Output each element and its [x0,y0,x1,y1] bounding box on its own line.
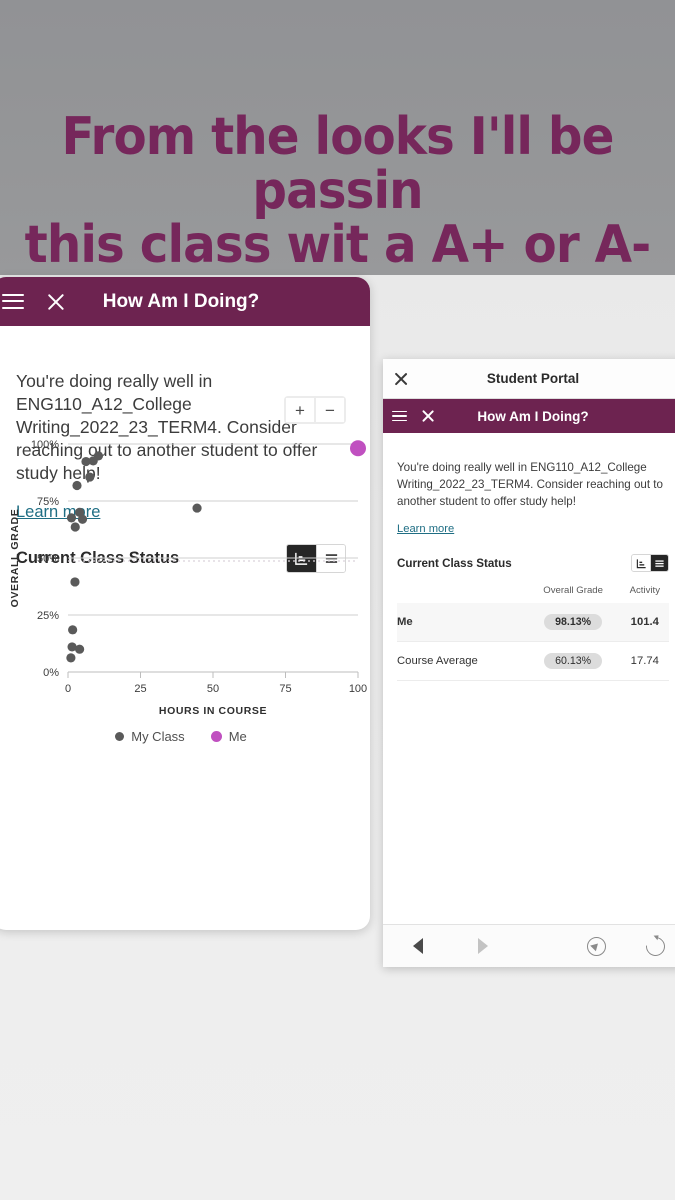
scatter-chart-svg: 0% 25% 50% 75% 100% 0 25 50 75 100 HOURS IN COURSE… [9,439,367,717]
legend-dot-me [210,731,222,742]
close-icon [421,409,435,423]
chart-view-button[interactable] [632,555,650,571]
learn-more-link[interactable]: Learn more [397,523,454,535]
zoom-controls: + − [284,396,346,424]
legend-label-me: Me [228,729,247,744]
menu-button[interactable] [2,293,24,310]
panel-two-header: How Am I Doing? [383,399,675,433]
row-label: Course Average [397,641,526,681]
row-activity: 17.74 [620,641,669,681]
reload-button[interactable] [627,932,675,960]
meme-caption-line-2: this class wit a A+ or A- [24,215,652,275]
table-head: Overall Grade Activity [397,581,669,603]
compass-icon [586,936,606,956]
panel-two-body: You're doing really well in ENG110_A12_C… [383,459,675,681]
chart-legend: My Class Me [0,729,370,744]
row-activity: 101.4 [620,603,669,642]
svg-text:0%: 0% [43,667,59,679]
svg-text:OVERALL GRADE: OVERALL GRADE [9,509,21,608]
column-header-overall-grade: Overall Grade [543,585,603,596]
close-icon [46,292,66,312]
table-header-row: Overall Grade Activity [397,581,669,603]
reload-icon [641,932,669,960]
close-icon [393,371,408,386]
legend-item-me: Me [210,729,247,744]
browser-title: Student Portal [486,371,580,386]
table-row: Course Average 60.13% 17.74 [397,641,669,681]
close-button[interactable] [46,292,66,312]
svg-text:100: 100 [349,683,367,695]
svg-text:50: 50 [207,683,219,695]
student-portal-panel: Student Portal How Am I Doing? You're do… [383,359,675,967]
scatter-chart[interactable]: 0% 25% 50% 75% 100% 0 25 50 75 100 HOURS IN COURSE… [0,432,370,722]
browser-close-button[interactable] [393,371,408,386]
meme-caption: From the looks I'll be passin this class… [24,110,652,272]
column-header-activity: Activity [629,585,660,596]
zoom-in-button[interactable]: + [286,398,314,422]
class-status-table: Overall Grade Activity Me 98.13% 101.4 C… [397,581,669,681]
legend-item-my-class: My Class [115,729,185,744]
forward-arrow-icon [478,938,488,954]
hamburger-icon [2,293,24,310]
browser-header: Student Portal [383,359,675,399]
list-view-button[interactable] [650,555,668,571]
table-body: Me 98.13% 101.4 Course Average 60.13% 17… [397,603,669,681]
legend-label-my-class: My Class [131,729,185,744]
panel-one-header: How Am I Doing? [0,277,370,326]
row-overall-grade: 60.13% [525,641,621,681]
how-am-i-doing-panel: How Am I Doing? You're doing really well… [0,277,370,930]
svg-text:HOURS IN COURSE: HOURS IN COURSE [159,705,267,717]
grade-pill: 98.13% [544,614,603,630]
svg-text:100%: 100% [31,439,59,451]
legend-dot-my-class [115,732,125,741]
grade-pill: 60.13% [544,653,603,669]
svg-text:75: 75 [279,683,291,695]
back-button[interactable] [383,938,453,954]
list-icon [655,559,664,567]
view-toggle-group [631,554,669,572]
section-header-row: Current Class Status [397,554,669,572]
back-arrow-icon [413,938,423,954]
svg-text:50%: 50% [37,553,59,565]
browser-nav-bar [383,924,675,967]
forward-button[interactable] [453,938,513,954]
bar-chart-icon [636,558,646,568]
meme-caption-line-1: From the looks I'll be passin [61,107,615,221]
hamburger-icon [392,410,407,422]
svg-text:75%: 75% [37,496,59,508]
svg-text:25%: 25% [37,610,59,622]
screen: From the looks I'll be passin this class… [0,0,675,1200]
zoom-out-button[interactable]: − [316,398,344,422]
menu-button[interactable] [392,410,407,422]
svg-text:0: 0 [65,683,71,695]
share-button[interactable] [565,936,627,956]
close-button[interactable] [421,409,435,423]
row-label: Me [397,603,526,642]
svg-text:25: 25 [134,683,146,695]
section-title: Current Class Status [397,556,512,570]
status-message: You're doing really well in ENG110_A12_C… [397,461,663,508]
column-header-label [397,581,526,603]
row-overall-grade: 98.13% [525,603,621,642]
table-row: Me 98.13% 101.4 [397,603,669,642]
